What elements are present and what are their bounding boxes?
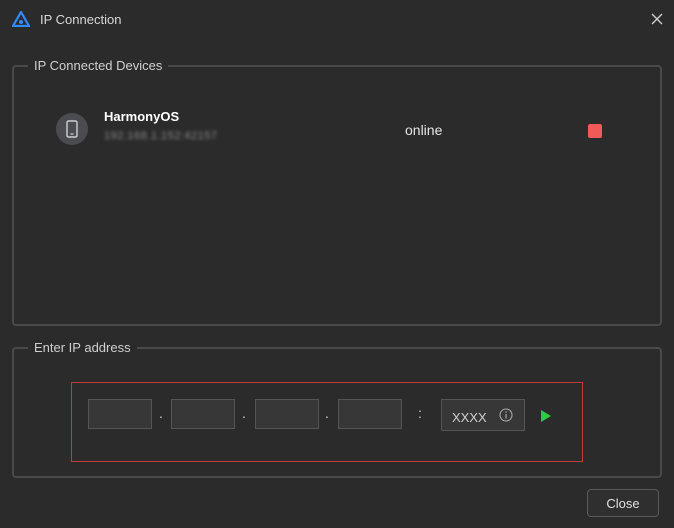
devices-group-legend: IP Connected Devices xyxy=(34,58,163,73)
window-title: IP Connection xyxy=(40,12,122,27)
stop-icon[interactable] xyxy=(588,124,602,138)
ip-connected-devices-group: IP Connected Devices HarmonyOS 192.168.1… xyxy=(12,58,662,326)
ip-dot-separator: . xyxy=(325,405,329,421)
ip-entry-box: . . . : xyxy=(71,382,583,462)
port-field xyxy=(441,399,525,431)
ip-octet-1-input[interactable] xyxy=(88,399,152,429)
close-icon[interactable] xyxy=(650,12,664,26)
ip-dot-separator: . xyxy=(242,405,246,421)
ip-octet-2-input[interactable] xyxy=(171,399,235,429)
device-status: online xyxy=(405,122,443,138)
port-colon-separator: : xyxy=(418,405,422,421)
ip-group-legend: Enter IP address xyxy=(34,340,131,355)
ip-dot-separator: . xyxy=(159,405,163,421)
device-list-item: HarmonyOS 192.168.1.152:42157 online xyxy=(14,73,660,145)
info-icon[interactable] xyxy=(499,408,513,422)
ip-octet-3-input[interactable] xyxy=(255,399,319,429)
port-input[interactable] xyxy=(450,407,498,427)
app-logo-icon xyxy=(12,11,30,27)
device-name: HarmonyOS xyxy=(104,109,180,124)
phone-icon xyxy=(66,120,78,138)
ip-octet-4-input[interactable] xyxy=(338,399,402,429)
close-button[interactable]: Close xyxy=(587,489,659,517)
enter-ip-address-group: Enter IP address . . . : xyxy=(12,340,662,478)
play-icon[interactable] xyxy=(539,408,553,424)
title-bar: IP Connection xyxy=(0,0,674,40)
device-avatar xyxy=(56,113,88,145)
device-id: 192.168.1.152:42157 xyxy=(104,130,218,142)
